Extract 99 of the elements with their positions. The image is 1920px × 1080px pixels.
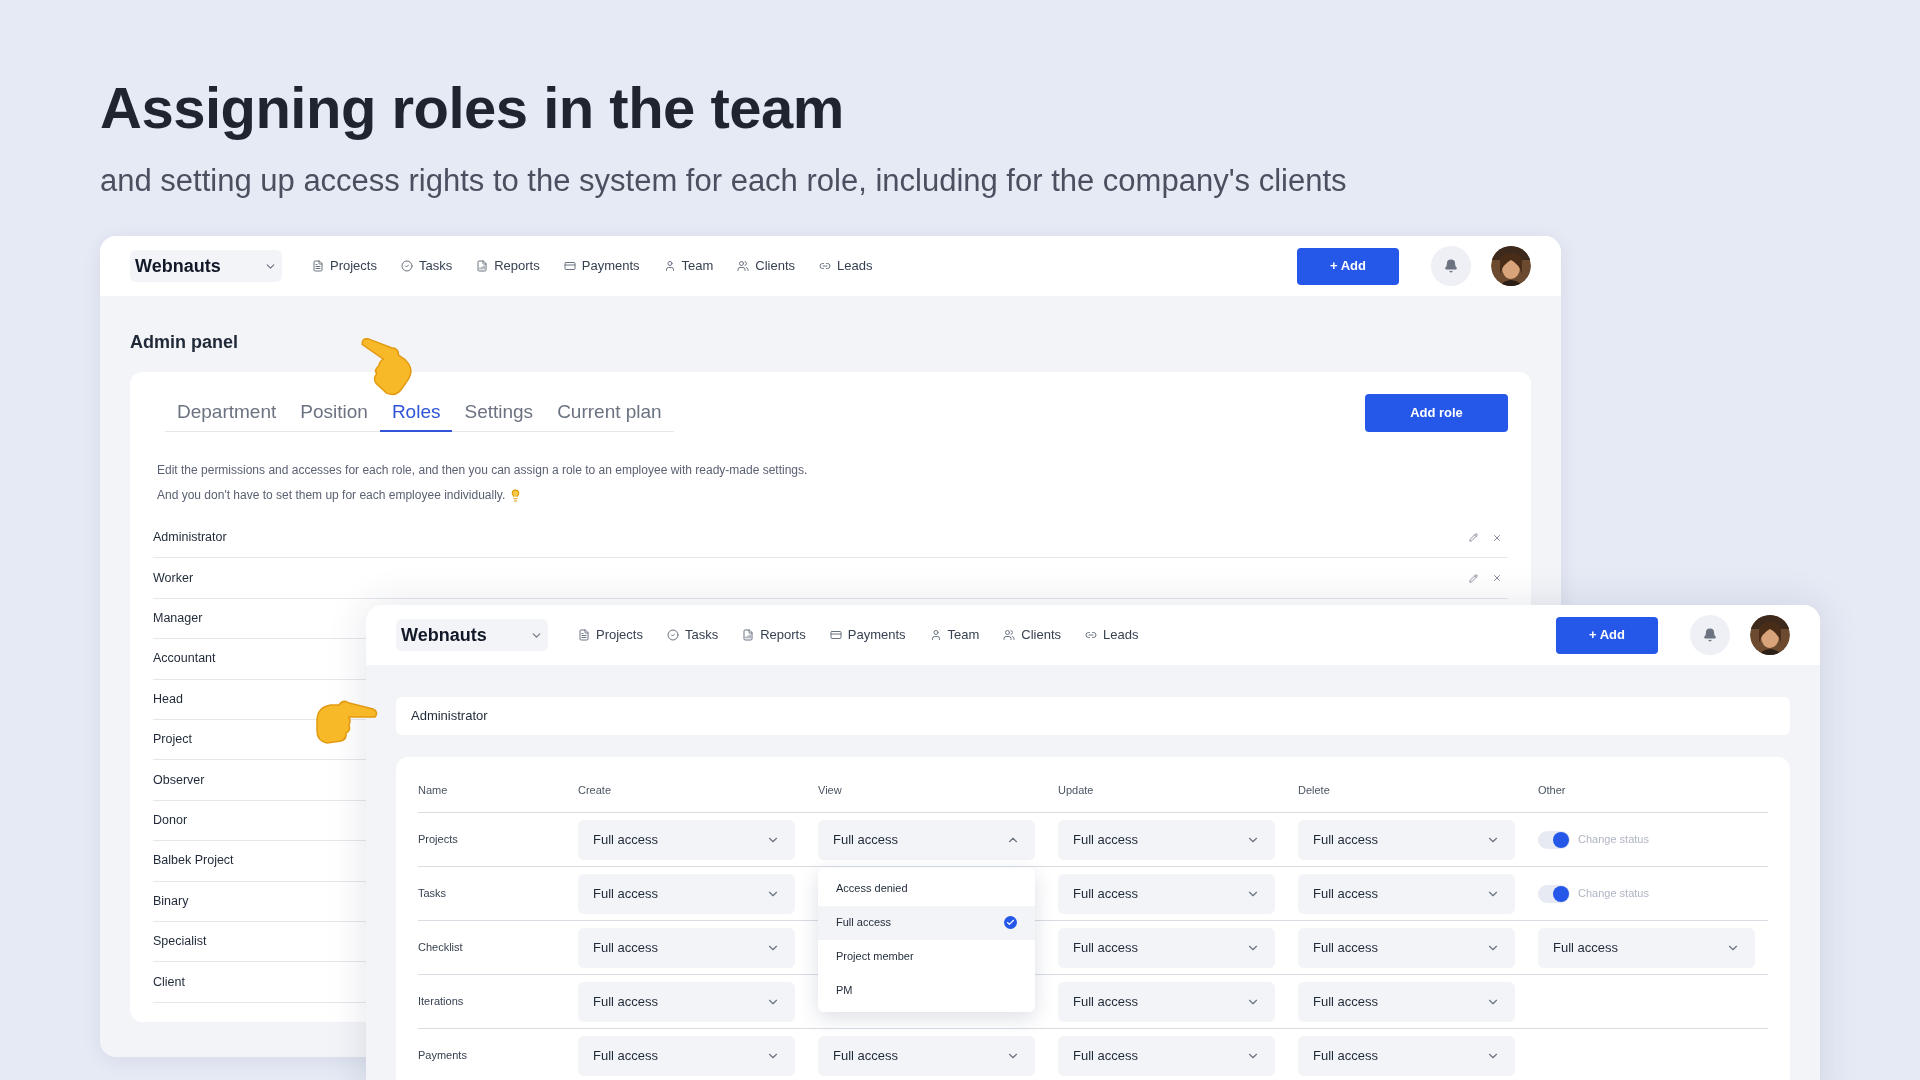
person-icon <box>929 629 942 641</box>
document-icon <box>312 260 324 272</box>
card-icon <box>829 629 842 641</box>
page-heading: Assigning roles in the team <box>100 74 845 142</box>
access-select[interactable]: Full access <box>1058 927 1275 968</box>
access-select[interactable]: Full access <box>1298 819 1515 860</box>
permission-name: Payments <box>418 1048 468 1064</box>
access-select[interactable]: Full access <box>578 981 795 1022</box>
nav-link[interactable]: Leads <box>819 256 873 276</box>
role-name[interactable]: Accountant <box>153 649 216 669</box>
add-role-button[interactable]: Add role <box>1365 394 1508 432</box>
role-name[interactable]: Worker <box>153 568 194 588</box>
role-name[interactable]: Balbek Project <box>153 851 234 871</box>
role-name[interactable]: Project <box>153 730 192 749</box>
column-header: Update <box>1058 783 1095 799</box>
toggle-switch[interactable] <box>1538 830 1570 849</box>
link-icon <box>819 260 832 272</box>
page-subheading: and setting up access rights to the system for each role, including for the company's clients <box>100 162 1347 200</box>
permission-name: Checklist <box>418 940 464 956</box>
check-icon <box>1004 916 1017 929</box>
people-icon <box>1003 629 1016 641</box>
dropdown-option[interactable]: Access denied <box>818 871 1035 906</box>
nav-link[interactable]: Clients <box>737 256 796 276</box>
dropdown-option[interactable]: PM <box>818 973 1035 1008</box>
page-title: Admin panel <box>130 331 239 354</box>
chart-document-icon <box>742 629 755 641</box>
access-select[interactable]: Full access <box>578 819 795 860</box>
nav-link[interactable]: Team <box>663 256 714 276</box>
access-select[interactable]: Full access <box>1058 819 1275 860</box>
access-select[interactable]: Full access <box>1298 981 1515 1022</box>
nav-link[interactable]: Tasks <box>666 625 719 645</box>
bell-icon <box>1703 628 1717 642</box>
tab[interactable]: Department <box>165 394 289 432</box>
dropdown-option[interactable]: Full access <box>818 905 1035 940</box>
permission-name: Iterations <box>418 994 465 1010</box>
toggle-switch[interactable] <box>1538 884 1570 903</box>
access-select[interactable]: Full access <box>1058 1035 1275 1076</box>
add-button[interactable]: + Add <box>1297 247 1399 285</box>
notification-button[interactable] <box>1690 615 1730 655</box>
access-select[interactable]: Full access <box>1058 981 1275 1022</box>
tab[interactable]: Position <box>288 394 380 432</box>
people-icon <box>737 260 750 272</box>
person-icon <box>663 260 676 272</box>
access-select[interactable]: Full access <box>578 927 795 968</box>
toggle-label: Change status <box>1578 832 1649 848</box>
role-name[interactable]: Donor <box>153 811 188 830</box>
description-text: Edit the permissions and accesses for each role, and then you can assign a role to an employee with ready-made settings. <box>157 462 808 479</box>
nav-link[interactable]: Reports <box>476 256 540 276</box>
column-header: Other <box>1538 783 1567 799</box>
toggle-label: Change status <box>1578 886 1649 902</box>
document-icon <box>578 629 590 641</box>
column-header: Delete <box>1298 783 1331 799</box>
access-select[interactable]: Full access <box>1298 873 1515 914</box>
permission-name: Tasks <box>418 886 448 902</box>
access-select[interactable]: Full access <box>818 1035 1035 1076</box>
nav-link[interactable]: Payments <box>829 625 906 645</box>
nav-link[interactable]: Projects <box>578 625 643 645</box>
role-name[interactable]: Binary <box>153 891 189 911</box>
role-name[interactable]: Administrator <box>153 528 227 548</box>
role-name[interactable]: Manager <box>153 609 203 628</box>
nav-link[interactable]: Clients <box>1003 625 1062 645</box>
tab[interactable]: Current plan <box>545 394 674 432</box>
role-name[interactable]: Client <box>153 972 185 992</box>
link-icon <box>1085 629 1098 641</box>
role-name[interactable]: Observer <box>153 770 205 790</box>
nav-link[interactable]: Leads <box>1085 625 1139 645</box>
nav-link[interactable]: Tasks <box>400 256 453 276</box>
tab[interactable]: Settings <box>452 394 546 432</box>
access-select[interactable]: Full access <box>1538 927 1755 968</box>
nav-link[interactable]: Payments <box>563 256 640 276</box>
nav-link[interactable]: Projects <box>312 256 377 276</box>
role-name-field[interactable]: Administrator <box>396 697 1790 735</box>
column-header: View <box>818 783 843 799</box>
nav-link[interactable]: Team <box>929 625 980 645</box>
close-icon[interactable] <box>1492 532 1502 543</box>
check-circle-icon <box>400 260 413 272</box>
column-header: Create <box>578 783 613 799</box>
workspace-select[interactable]: Webnauts <box>130 250 282 282</box>
bell-icon <box>1444 259 1458 273</box>
notification-button[interactable] <box>1431 246 1471 286</box>
close-icon[interactable] <box>1492 573 1502 584</box>
card-icon <box>563 260 576 272</box>
access-select[interactable]: Full access <box>1058 873 1275 914</box>
access-select[interactable]: Full access <box>578 873 795 914</box>
nav-link[interactable]: Reports <box>742 625 806 645</box>
access-select[interactable]: Full access <box>1298 927 1515 968</box>
access-select[interactable]: Full access <box>1298 1035 1515 1076</box>
role-name[interactable]: Head <box>153 689 183 709</box>
column-header: Name <box>418 783 449 799</box>
add-button[interactable]: + Add <box>1556 616 1658 654</box>
dropdown-option[interactable]: Project member <box>818 939 1035 974</box>
access-select[interactable]: Full access <box>578 1035 795 1076</box>
permission-name: Projects <box>418 832 459 848</box>
role-name[interactable]: Specialist <box>153 932 207 951</box>
description-text: And you don't have to set them up for each employee individually. <box>157 487 506 504</box>
chart-document-icon <box>476 260 489 272</box>
workspace-select[interactable]: Webnauts <box>396 619 548 651</box>
access-select[interactable]: Full access <box>818 819 1035 860</box>
check-circle-icon <box>666 629 679 641</box>
